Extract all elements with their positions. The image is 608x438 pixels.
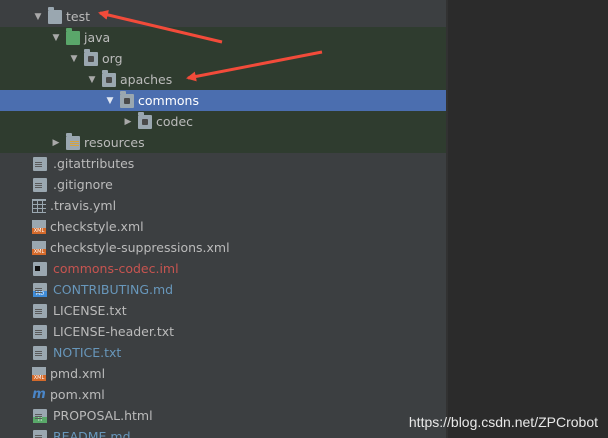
text-file-icon: [33, 177, 47, 192]
tree-item-label: org: [102, 51, 123, 66]
text-file-icon: [33, 303, 47, 318]
tree-item-checkstyle-xml[interactable]: XML checkstyle.xml: [0, 216, 448, 237]
tree-item-checkstyle-suppressions-xml[interactable]: XML checkstyle-suppressions.xml: [0, 237, 448, 258]
tree-item-contributing-md[interactable]: MD CONTRIBUTING.md: [0, 279, 448, 300]
tree-item-test[interactable]: ▼ test: [0, 6, 448, 27]
tree-item-proposal-html[interactable]: H PROPOSAL.html: [0, 405, 448, 426]
chevron-down-icon[interactable]: ▼: [68, 54, 80, 64]
watermark: https://blog.csdn.net/ZPCrobot: [408, 414, 598, 430]
tree-item-java[interactable]: ▼ java: [0, 27, 448, 48]
tree-item-label: commons: [138, 93, 199, 108]
tree-item-label: README.md: [53, 429, 131, 438]
markdown-file-icon: MD: [33, 282, 47, 297]
tree-item-gitattributes[interactable]: .gitattributes: [0, 153, 448, 174]
package-icon: [84, 48, 98, 66]
tree-item-license-txt[interactable]: LICENSE.txt: [0, 300, 448, 321]
package-icon: [102, 69, 116, 87]
html-file-icon: H: [33, 408, 47, 423]
tree-item-readme-md[interactable]: MD README.md: [0, 426, 448, 438]
tree-item-label: checkstyle-suppressions.xml: [50, 240, 230, 255]
tree-item-label: .travis.yml: [50, 198, 117, 213]
xml-file-icon: XML: [32, 240, 46, 255]
tree-item-label: .gitignore: [53, 177, 113, 192]
text-file-icon: [33, 345, 47, 360]
source-folder-icon: [66, 27, 80, 45]
tree-item-label: LICENSE.txt: [53, 303, 127, 318]
tree-item-license-header-txt[interactable]: LICENSE-header.txt: [0, 321, 448, 342]
tree-item-label: commons-codec.iml: [53, 261, 179, 276]
package-icon: [138, 111, 152, 129]
tree-item-commons-codec-iml[interactable]: commons-codec.iml: [0, 258, 448, 279]
tree-item-label: PROPOSAL.html: [53, 408, 153, 423]
text-file-icon: [33, 156, 47, 171]
text-file-icon: [33, 324, 47, 339]
tree-item-commons[interactable]: ▼ commons: [0, 90, 448, 111]
module-file-icon: [33, 261, 47, 276]
chevron-right-icon[interactable]: ▶: [122, 117, 134, 127]
chevron-right-icon[interactable]: ▶: [50, 138, 62, 148]
chevron-down-icon[interactable]: ▼: [50, 33, 62, 43]
markdown-file-icon: MD: [33, 429, 47, 438]
tree-item-label: test: [66, 9, 91, 24]
chevron-down-icon[interactable]: ▼: [104, 96, 116, 106]
xml-file-icon: XML: [32, 366, 46, 381]
tree-item-travis-yml[interactable]: .travis.yml: [0, 195, 448, 216]
tree-item-label: java: [84, 30, 111, 45]
chevron-down-icon[interactable]: ▼: [32, 12, 44, 22]
maven-icon: m: [32, 386, 46, 402]
tree-item-codec[interactable]: ▶ codec: [0, 111, 448, 132]
tree-item-label: apaches: [120, 72, 173, 87]
editor-area: [448, 0, 608, 438]
tree-item-resources[interactable]: ▶ resources: [0, 132, 448, 153]
tree-item-label: pmd.xml: [50, 366, 106, 381]
tree-item-label: resources: [84, 135, 145, 150]
tree-item-org[interactable]: ▼ org: [0, 48, 448, 69]
package-icon: [120, 90, 134, 108]
folder-icon: [48, 6, 62, 24]
tree-item-label: NOTICE.txt: [53, 345, 122, 360]
tree-item-gitignore[interactable]: .gitignore: [0, 174, 448, 195]
xml-file-icon: XML: [32, 219, 46, 234]
tree-item-pom-xml[interactable]: m pom.xml: [0, 384, 448, 405]
chevron-down-icon[interactable]: ▼: [86, 75, 98, 85]
tree-item-label: CONTRIBUTING.md: [53, 282, 174, 297]
yaml-file-icon: [32, 198, 46, 213]
project-tree: ▼ test ▼ java ▼ org ▼ apaches ▼ commons …: [0, 0, 448, 438]
tree-item-label: pom.xml: [50, 387, 105, 402]
tree-item-label: codec: [156, 114, 194, 129]
tree-item-pmd-xml[interactable]: XML pmd.xml: [0, 363, 448, 384]
tree-item-label: .gitattributes: [53, 156, 135, 171]
tree-item-label: LICENSE-header.txt: [53, 324, 175, 339]
tree-item-apaches[interactable]: ▼ apaches: [0, 69, 448, 90]
tree-item-notice-txt[interactable]: NOTICE.txt: [0, 342, 448, 363]
resources-folder-icon: [66, 132, 80, 150]
tree-item-label: checkstyle.xml: [50, 219, 144, 234]
